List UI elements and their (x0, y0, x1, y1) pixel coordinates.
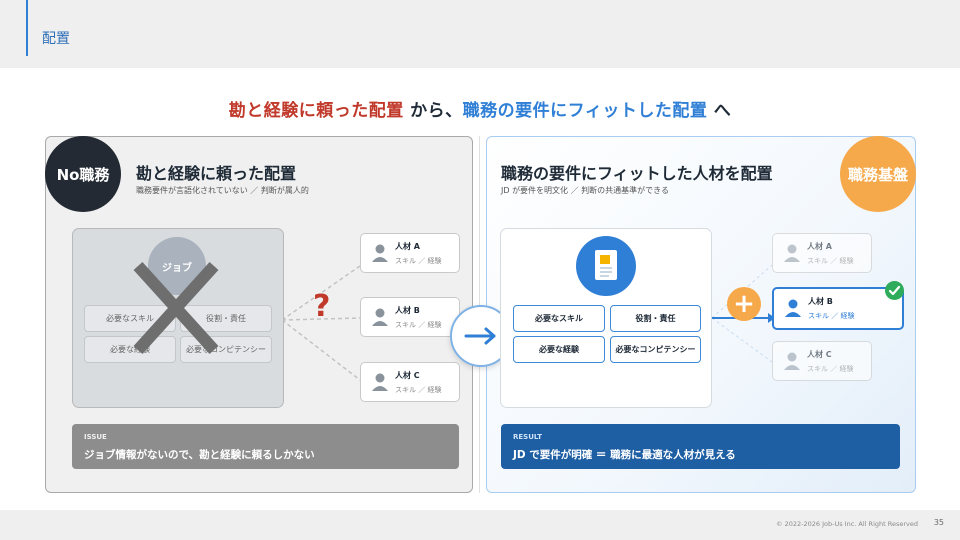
document-icon (595, 250, 617, 280)
cross-icon (133, 261, 219, 355)
right-candidate-c[interactable]: 人材 C スキル ／ 経験 (772, 341, 872, 381)
candidate-name: 人材 C (395, 371, 420, 380)
issue-bar: ISSUE ジョブ情報がないので、勘と経験に頼るしかない (72, 424, 459, 469)
jd-chip-required-competency: 必要なコンピテンシー (610, 336, 701, 363)
jd-chip-required-skills: 必要なスキル (513, 305, 605, 332)
right-panel-subtitle: JD が要件を明文化 ／ 判断の共通基準ができる (501, 186, 669, 195)
candidate-name: 人材 C (807, 350, 832, 359)
user-icon (784, 352, 800, 370)
user-icon (372, 373, 388, 391)
section-title: 配置 (42, 31, 70, 47)
plus-icon: + (727, 287, 761, 321)
candidate-name: 人材 B (808, 297, 833, 306)
left-panel-subtitle: 職務要件が言語化されていない ／ 判断が属人的 (136, 186, 309, 195)
right-panel-title: 職務の要件にフィットした人材を配置 (501, 164, 773, 183)
header-bar: 配置 (0, 0, 960, 68)
result-bar: RESULT JD で要件が明確 ＝ 職務に最適な人材が見える (501, 424, 900, 469)
candidate-name: 人材 A (807, 242, 832, 251)
headline-before: 勘と経験に頼った配置 (228, 101, 404, 121)
question-mark: ? (313, 289, 331, 324)
candidate-detail: スキル ／ 経験 (395, 386, 442, 394)
headline: 勘と経験に頼った配置 から、職務の要件にフィットした配置 へ (0, 96, 960, 121)
candidate-detail: スキル ／ 経験 (395, 321, 442, 329)
user-icon (372, 244, 388, 262)
user-icon (372, 308, 388, 326)
issue-tag: ISSUE (84, 433, 107, 441)
user-icon (785, 299, 801, 317)
right-candidate-a[interactable]: 人材 A スキル ／ 経験 (772, 233, 872, 273)
page-number: 35 (933, 518, 944, 527)
check-icon (885, 281, 904, 300)
jd-chip-required-experience: 必要な経験 (513, 336, 605, 363)
user-icon (784, 244, 800, 262)
headline-suffix: へ (707, 101, 732, 121)
left-candidate-c[interactable]: 人材 C スキル ／ 経験 (360, 362, 460, 402)
headline-connector: から、 (403, 101, 463, 121)
issue-text: ジョブ情報がないので、勘と経験に頼るしかない (84, 449, 315, 461)
result-text: JD で要件が明確 ＝ 職務に最適な人材が見える (513, 449, 736, 461)
jd-chip-role-responsibility: 役割・責任 (610, 305, 701, 332)
copyright-text: © 2022-2026 Job-Us Inc. All Right Reserv… (776, 520, 918, 528)
candidate-name: 人材 B (395, 306, 420, 315)
result-tag: RESULT (513, 433, 542, 441)
candidate-detail: スキル ／ 経験 (807, 257, 854, 265)
no-job-badge: No職務 (45, 136, 121, 212)
job-base-badge: 職務基盤 (840, 136, 916, 212)
left-candidate-a[interactable]: 人材 A スキル ／ 経験 (360, 233, 460, 273)
candidate-detail: スキル ／ 経験 (807, 365, 854, 373)
left-candidate-b[interactable]: 人材 B スキル ／ 経験 (360, 297, 460, 337)
left-panel-title: 勘と経験に頼った配置 (136, 164, 297, 183)
document-circle (576, 236, 636, 296)
candidate-detail: スキル ／ 経験 (395, 257, 442, 265)
headline-after: 職務の要件にフィットした配置 (462, 101, 708, 121)
footer-bar: © 2022-2026 Job-Us Inc. All Right Reserv… (0, 510, 960, 540)
candidate-detail: スキル ／ 経験 (808, 312, 855, 320)
candidate-name: 人材 A (395, 242, 420, 251)
header-accent (26, 0, 28, 56)
